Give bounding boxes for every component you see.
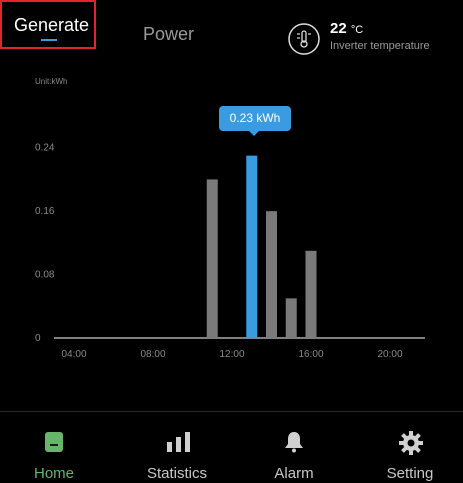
x-tick-label: 04:00 xyxy=(61,349,86,360)
y-tick-label: 0.16 xyxy=(35,206,55,217)
nav-setting[interactable]: Setting xyxy=(360,412,460,483)
bell-icon xyxy=(285,432,303,453)
temperature-unit: °C xyxy=(350,24,364,36)
tab-power[interactable]: Power xyxy=(143,24,194,45)
nav-alarm[interactable]: Alarm xyxy=(244,412,344,483)
y-tick-label: 0.08 xyxy=(35,270,55,281)
temperature-label: Inverter temperature xyxy=(330,40,430,52)
bar xyxy=(266,211,277,338)
chart-tooltip: 0.23 kWh xyxy=(219,106,291,136)
generation-bar-chart: 0 0.08 0.16 0.24 04:00 08:00 12:00 16:00 20:00 xyxy=(35,143,425,360)
tab-generate[interactable]: Generate xyxy=(0,0,96,49)
gear-icon xyxy=(399,431,423,455)
home-icon xyxy=(45,432,63,452)
statistics-icon xyxy=(167,432,190,452)
bar-highlighted xyxy=(246,155,258,338)
x-tick-label: 12:00 xyxy=(219,349,244,360)
nav-home-label: Home xyxy=(33,465,74,482)
bottom-navigation: Home Statistics Alarm Setting xyxy=(0,411,463,482)
nav-alarm-label: Alarm xyxy=(274,465,314,482)
nav-setting-label: Setting xyxy=(386,465,434,482)
thermometer-icon xyxy=(288,23,320,55)
bar xyxy=(285,298,297,338)
y-tick-label: 0.24 xyxy=(35,143,55,154)
chart-unit-label: Unit:kWh xyxy=(35,77,68,86)
x-tick-label: 08:00 xyxy=(140,349,165,360)
nav-home[interactable]: Home xyxy=(4,412,104,483)
nav-statistics[interactable]: Statistics xyxy=(127,412,227,483)
temperature-number: 22 xyxy=(330,20,347,37)
nav-statistics-label: Statistics xyxy=(146,465,207,482)
active-tab-indicator xyxy=(41,39,57,41)
bar xyxy=(206,179,218,338)
x-tick-label: 20:00 xyxy=(377,349,402,360)
y-tick-label: 0 xyxy=(35,333,41,344)
x-tick-label: 16:00 xyxy=(298,349,323,360)
tab-generate-label: Generate xyxy=(14,15,90,35)
bar xyxy=(305,250,317,338)
temperature-value: 22 °C xyxy=(330,20,363,37)
